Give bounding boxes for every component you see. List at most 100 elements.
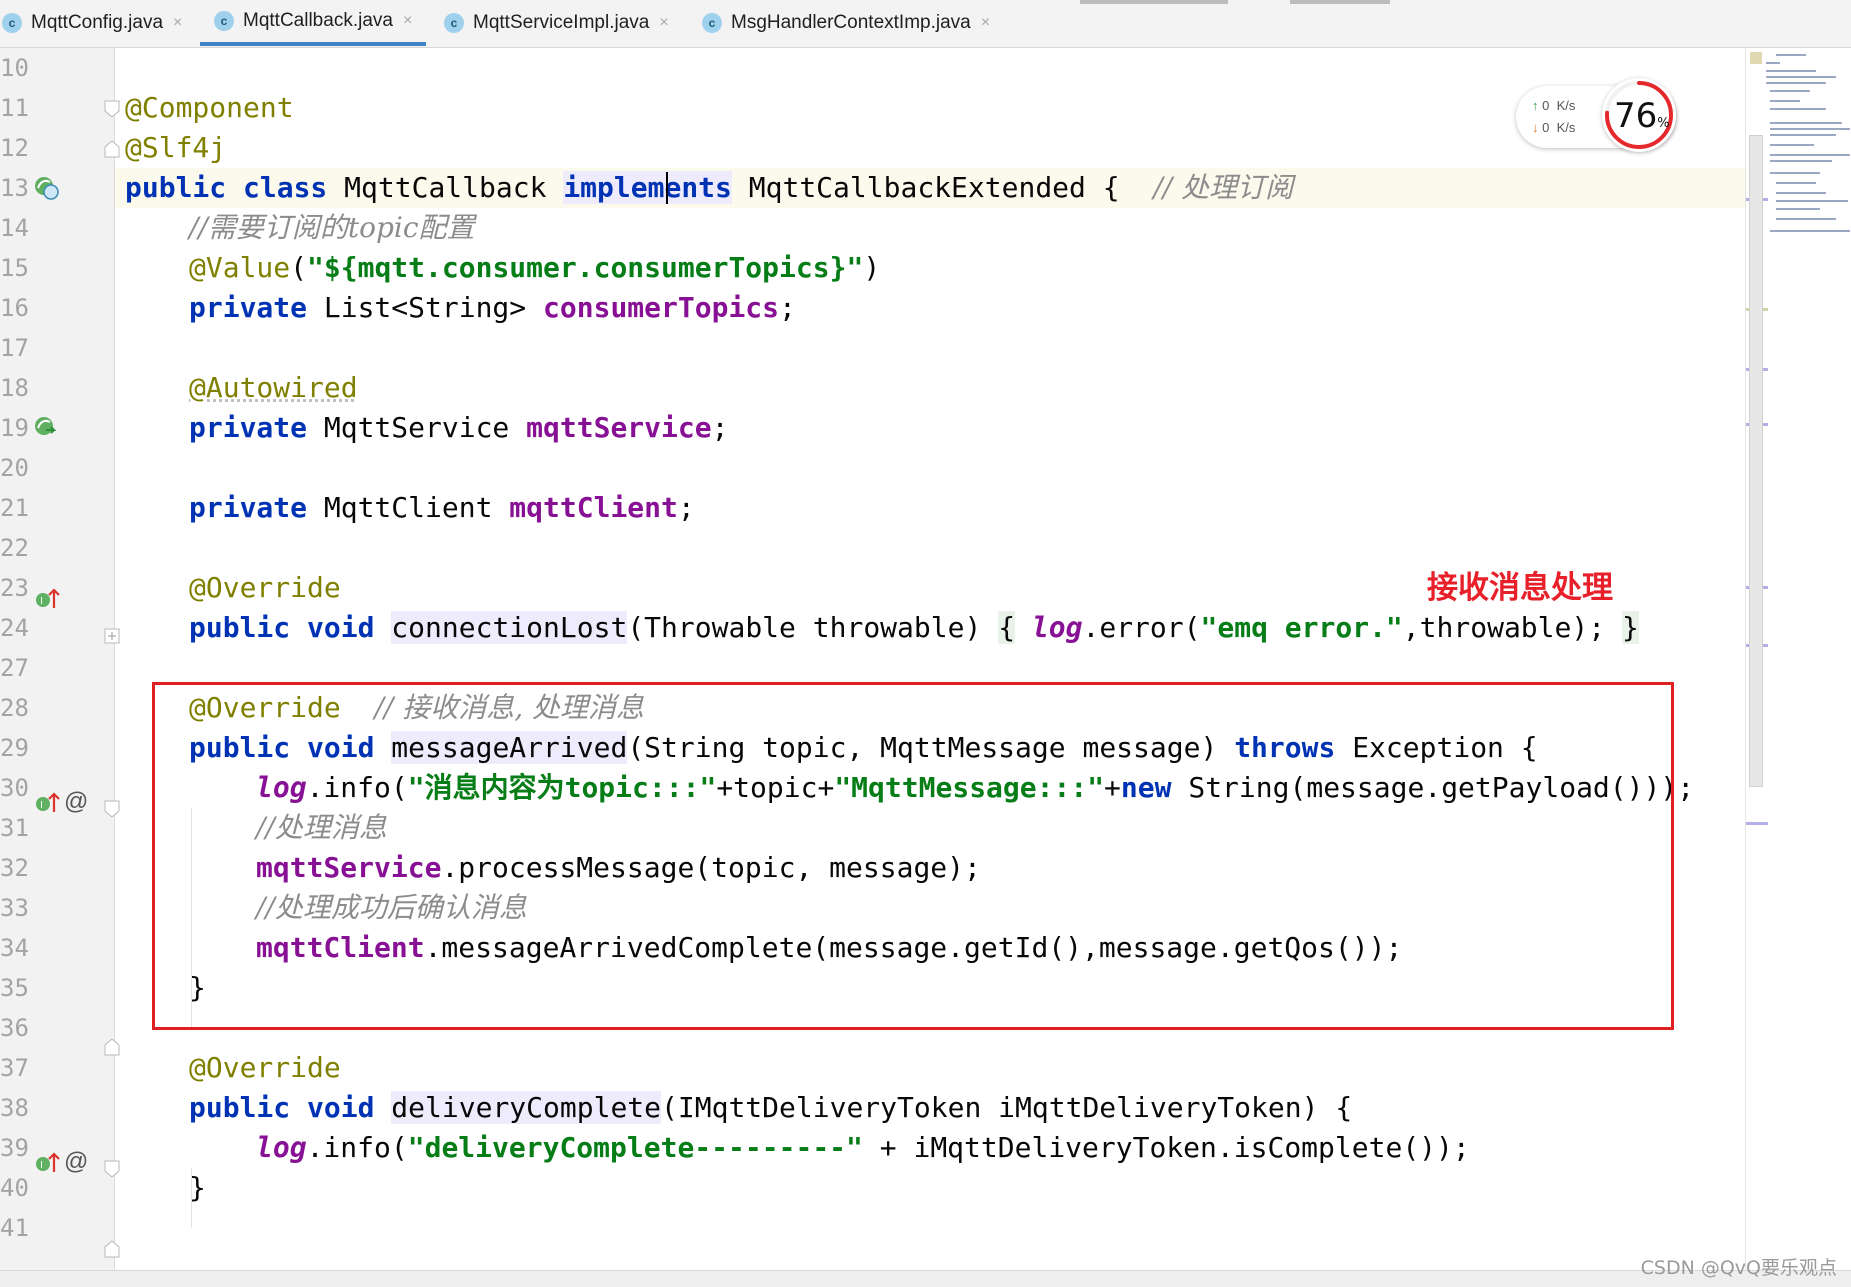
tab-mqttcallback[interactable]: c MqttCallback.java × <box>200 0 427 46</box>
highlight-box <box>152 682 1674 1030</box>
annotation-token: @Component <box>125 91 294 124</box>
code-line-11[interactable]: @Component <box>125 88 294 128</box>
tab-mqttserviceimpl[interactable]: c MqttServiceImpl.java × <box>444 0 669 46</box>
annotation-token: @Slf4j <box>125 131 227 164</box>
keyword-token: private <box>189 411 324 444</box>
override-marker-icon[interactable]: @ <box>64 1148 88 1176</box>
close-icon[interactable]: × <box>403 12 412 30</box>
tab-label: MqttCallback.java <box>243 10 393 31</box>
folded-brace-token[interactable]: } <box>1621 611 1639 644</box>
tab-label: MsgHandlerContextImp.java <box>731 12 971 33</box>
editor-tab-bar: c MqttConfig.java × c MqttCallback.java … <box>0 0 1851 48</box>
tab-label: MqttServiceImpl.java <box>473 12 650 33</box>
string-token: "emq error." <box>1200 611 1403 644</box>
tab-mqttconfig[interactable]: c MqttConfig.java × <box>2 0 182 46</box>
code-line-16[interactable]: private List<String> consumerTopics; <box>189 288 796 328</box>
override-marker-icon[interactable]: @ <box>64 788 88 816</box>
annotation-token: @Override <box>189 1051 341 1084</box>
folded-brace-token[interactable]: { <box>998 611 1016 644</box>
annotation-label: 接收消息处理 <box>1427 570 1613 606</box>
line-number-gutter[interactable]: 10 11 12 13 14 15 16 17 18 19 20 21 22 2… <box>0 48 120 1270</box>
cpu-usage-percent: 76% <box>1614 96 1670 136</box>
code-line-12[interactable]: @Slf4j <box>125 128 226 168</box>
close-icon[interactable]: × <box>173 14 182 32</box>
code-token: } <box>189 1171 206 1204</box>
code-line-21[interactable]: private MqttClient mqttClient; <box>189 488 695 528</box>
vertical-scrollbar-thumb[interactable] <box>1749 135 1763 787</box>
line-number: 30 <box>0 774 29 802</box>
svg-text:I: I <box>40 800 43 811</box>
code-token: MqttCallbackExtended { <box>731 171 1154 204</box>
keyword-token: public void <box>189 1091 392 1124</box>
line-number: 31 <box>0 814 29 842</box>
code-line-38[interactable]: public void deliveryComplete(IMqttDelive… <box>189 1088 1352 1128</box>
code-token: ,throwable); <box>1402 611 1622 644</box>
code-token: ; <box>779 291 796 324</box>
error-stripe-mark[interactable] <box>1746 822 1768 825</box>
line-number: 38 <box>0 1094 29 1122</box>
line-number: 16 <box>0 294 29 322</box>
text-caret <box>666 172 668 204</box>
code-line-39[interactable]: log.info("deliveryComplete---------" + i… <box>256 1128 1470 1168</box>
line-number: 17 <box>0 334 29 362</box>
close-icon[interactable]: × <box>981 14 990 32</box>
code-token: ; <box>711 411 729 444</box>
implements-method-icon[interactable]: I <box>34 1150 62 1178</box>
line-number: 39 <box>0 1134 29 1162</box>
code-token: (IMqttDeliveryToken iMqttDeliveryToken) … <box>661 1091 1353 1124</box>
line-number: 20 <box>0 454 29 482</box>
code-line-23[interactable]: @Override <box>189 568 341 608</box>
type-token: List<String> <box>323 291 544 324</box>
line-number: 23 <box>0 574 29 602</box>
line-number: 14 <box>0 214 29 242</box>
code-token: (Throwable throwable) <box>627 611 999 644</box>
method-name-token: connectionLost <box>391 611 628 644</box>
method-name-token: deliveryComplete <box>391 1091 662 1124</box>
spring-autowired-icon[interactable] <box>32 414 60 442</box>
class-name-token: MqttCallback <box>344 171 564 204</box>
code-editor[interactable]: @Component @Slf4j public class MqttCallb… <box>115 48 1745 1270</box>
code-token: .error( <box>1082 611 1201 644</box>
svg-text:I: I <box>40 596 43 607</box>
tab-label: MqttConfig.java <box>31 12 164 33</box>
line-number: 32 <box>0 854 29 882</box>
line-number: 35 <box>0 974 29 1002</box>
spring-bean-icon[interactable] <box>32 174 60 202</box>
annotation-token: @Override <box>189 571 341 604</box>
line-number: 22 <box>0 534 29 562</box>
code-line-14[interactable]: //需要订阅的topic配置 <box>189 208 475 248</box>
comment-token: // 处理订阅 <box>1153 171 1294 204</box>
line-number: 10 <box>0 54 29 82</box>
code-token: ( <box>290 251 308 284</box>
keyword-token: private <box>189 291 324 324</box>
string-token: "deliveryComplete---------" <box>407 1131 863 1164</box>
code-line-40[interactable]: } <box>189 1168 206 1208</box>
line-number: 18 <box>0 374 29 402</box>
cpu-usage-value: 76 <box>1614 96 1658 136</box>
implements-method-icon[interactable]: I <box>34 586 62 614</box>
download-speed-unit: K/s <box>1556 120 1576 135</box>
code-token: ; <box>677 491 695 524</box>
download-arrow-icon: ↓ <box>1532 120 1539 135</box>
line-number: 13 <box>0 174 29 202</box>
line-number: 41 <box>0 1214 29 1242</box>
tab-msghandlercontextimp[interactable]: c MsgHandlerContextImp.java × <box>702 0 990 46</box>
string-token: "${mqtt.consumer.consumerTopics}" <box>307 251 864 284</box>
code-line-15[interactable]: @Value("${mqtt.consumer.consumerTopics}"… <box>189 248 880 288</box>
keyword-token: implements <box>563 171 732 204</box>
log-token: log <box>256 1131 307 1164</box>
code-line-13[interactable]: public class MqttCallback implements Mqt… <box>125 168 1293 208</box>
line-number: 36 <box>0 1014 29 1042</box>
type-token: MqttClient <box>323 491 510 524</box>
upload-speed-value: 0 <box>1542 98 1550 113</box>
code-line-24[interactable]: public void connectionLost(Throwable thr… <box>189 608 1639 648</box>
inspection-status-icon[interactable] <box>1750 52 1762 64</box>
code-line-19[interactable]: private MqttService mqttService; <box>189 408 728 448</box>
top-strip-indicator <box>1080 0 1228 4</box>
implements-method-icon[interactable]: I <box>34 790 62 818</box>
field-token: consumerTopics <box>543 291 780 324</box>
code-line-37[interactable]: @Override <box>189 1048 341 1088</box>
keyword-token: public class <box>125 171 345 204</box>
close-icon[interactable]: × <box>659 14 668 32</box>
code-line-18[interactable]: @Autowired <box>189 368 358 408</box>
